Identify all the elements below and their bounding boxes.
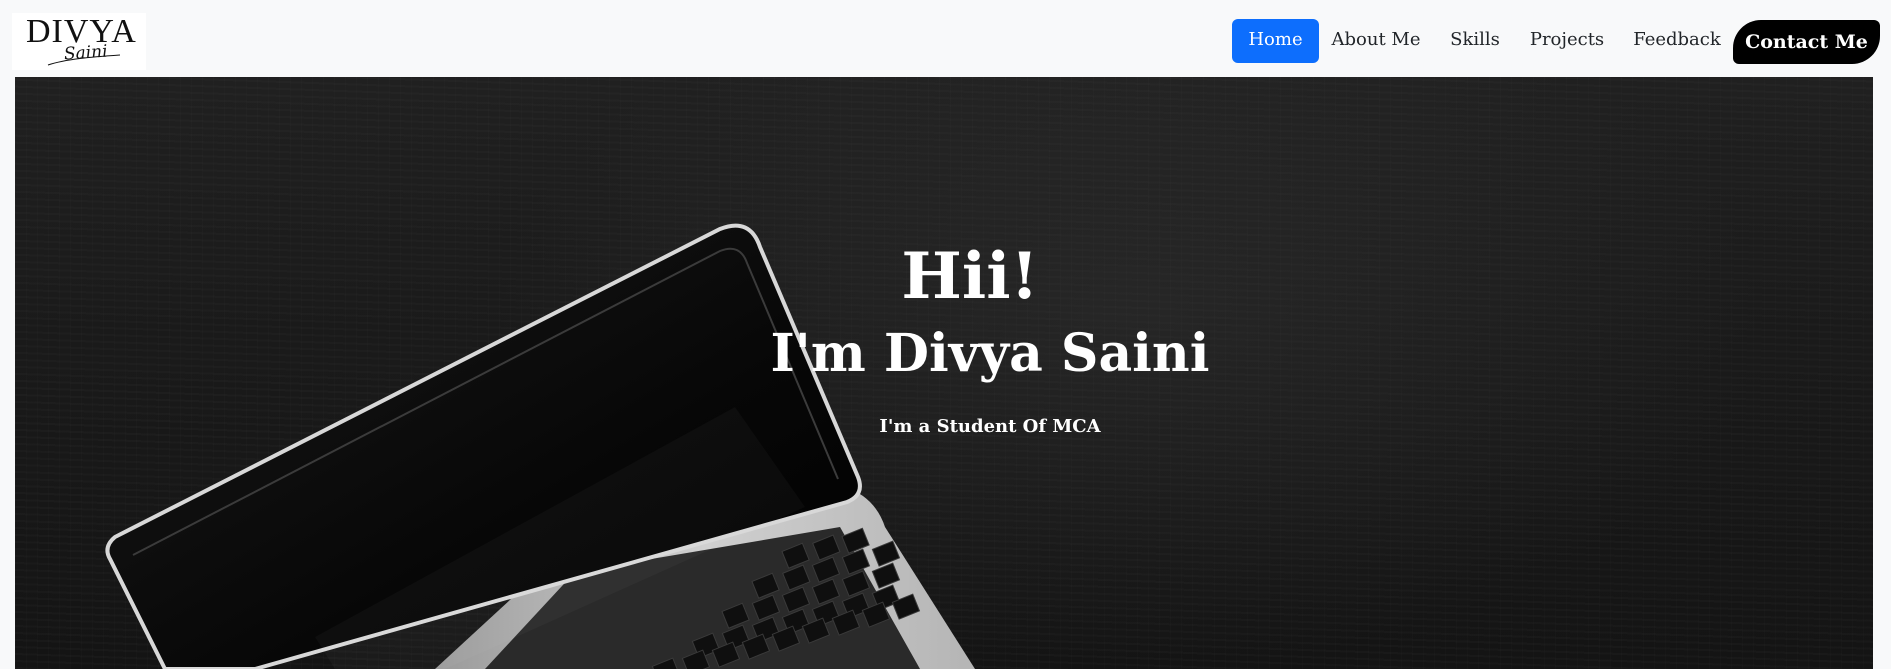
hero-role: I'm a Student Of MCA (879, 416, 1101, 437)
nav-item-home[interactable]: Home (1232, 19, 1319, 63)
contact-me-button[interactable]: Contact Me (1733, 20, 1880, 64)
nav-item-about-me[interactable]: About Me (1330, 19, 1422, 63)
nav-item-skills[interactable]: Skills (1442, 19, 1508, 63)
nav-item-projects[interactable]: Projects (1522, 19, 1612, 63)
main-nav: Home About Me Skills Projects Feedback C… (0, 19, 1891, 65)
hero-greeting: Hii! (901, 239, 1039, 314)
hero-text: Hii! I'm Divya Saini I'm a Student Of MC… (15, 77, 1873, 669)
hero-section: Hii! I'm Divya Saini I'm a Student Of MC… (15, 77, 1873, 669)
hero-name: I'm Divya Saini (770, 323, 1210, 384)
navbar: DIVYA Saini Home About Me Skills Project… (0, 0, 1891, 77)
nav-item-feedback[interactable]: Feedback (1628, 19, 1726, 63)
